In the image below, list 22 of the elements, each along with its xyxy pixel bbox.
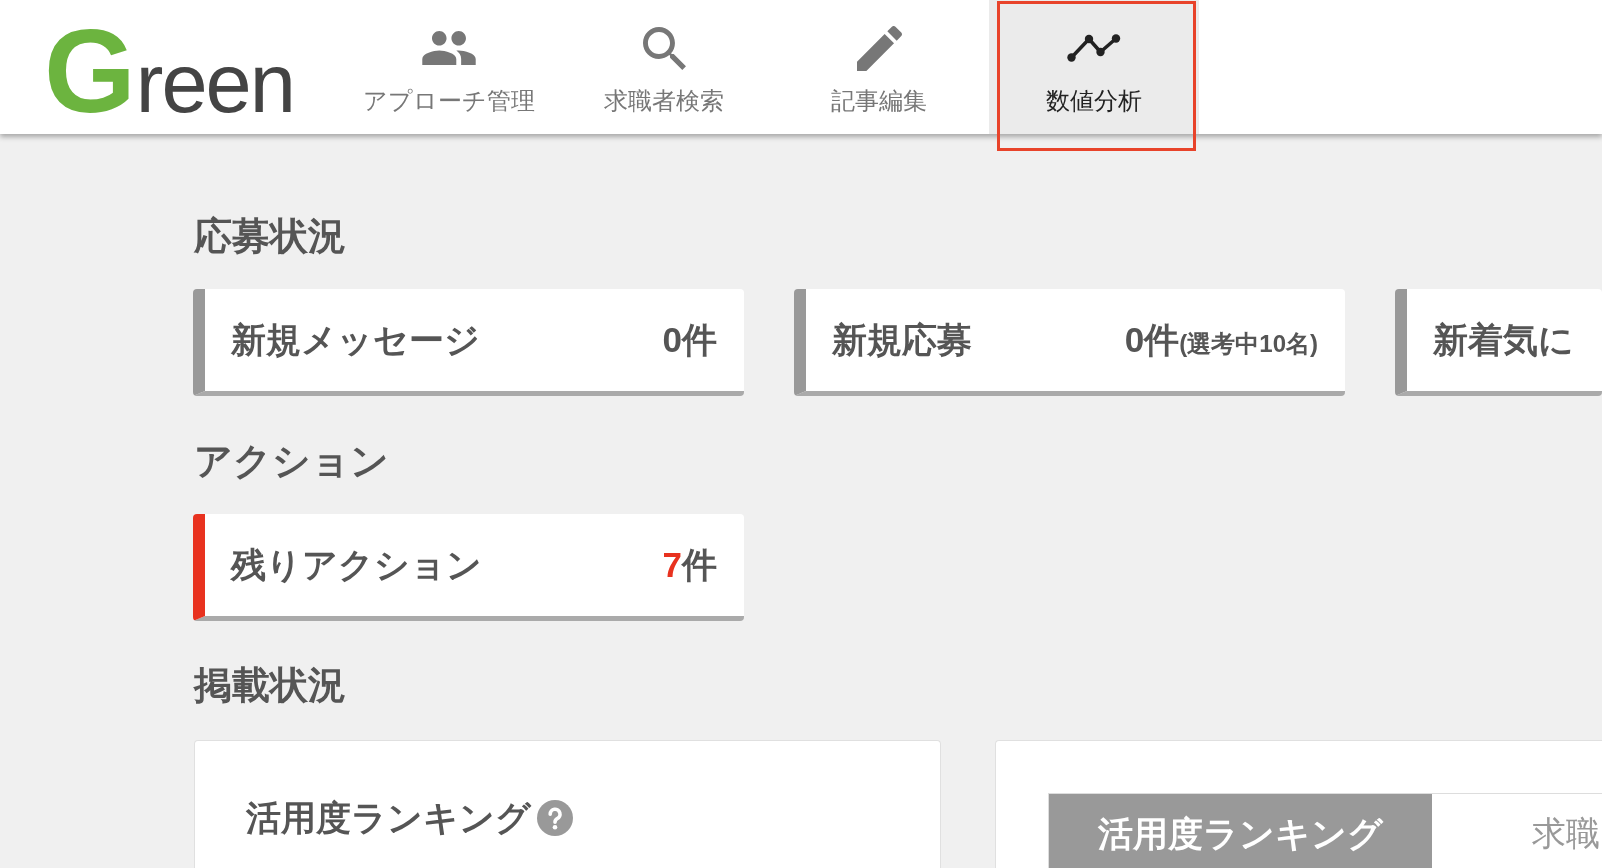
nav-tab[interactable]: 数値分析 — [989, 0, 1199, 134]
count-value: 0件 — [662, 318, 717, 361]
help-icon[interactable] — [537, 800, 573, 836]
card-label: 新規応募 — [832, 318, 972, 361]
card-label: 新規メッセージ — [231, 318, 480, 361]
section-heading: 応募状況 — [193, 214, 347, 259]
count-value: 0件(選考中10名) — [1124, 318, 1318, 361]
pencil-icon — [856, 25, 902, 71]
nav-tab[interactable]: アプローチ管理 — [344, 0, 554, 134]
line-chart-icon — [1067, 34, 1121, 62]
panel-title: 活用度ランキング — [246, 800, 531, 836]
nav-tab[interactable]: 記事編集 — [774, 0, 984, 134]
section-heading: 掲載状況 — [193, 663, 347, 708]
search-icon — [642, 26, 686, 70]
count-value: 7件 — [662, 543, 717, 586]
tab[interactable]: 活用度ランキング — [1049, 794, 1432, 868]
people-icon — [422, 31, 476, 65]
logo[interactable]: Green — [44, 12, 294, 130]
section-heading: アクション — [193, 439, 390, 484]
card-label: 残りアクション — [231, 543, 482, 586]
nav-tab[interactable]: 求職者検索 — [559, 0, 769, 134]
card-label: 新着気に — [1433, 318, 1574, 361]
